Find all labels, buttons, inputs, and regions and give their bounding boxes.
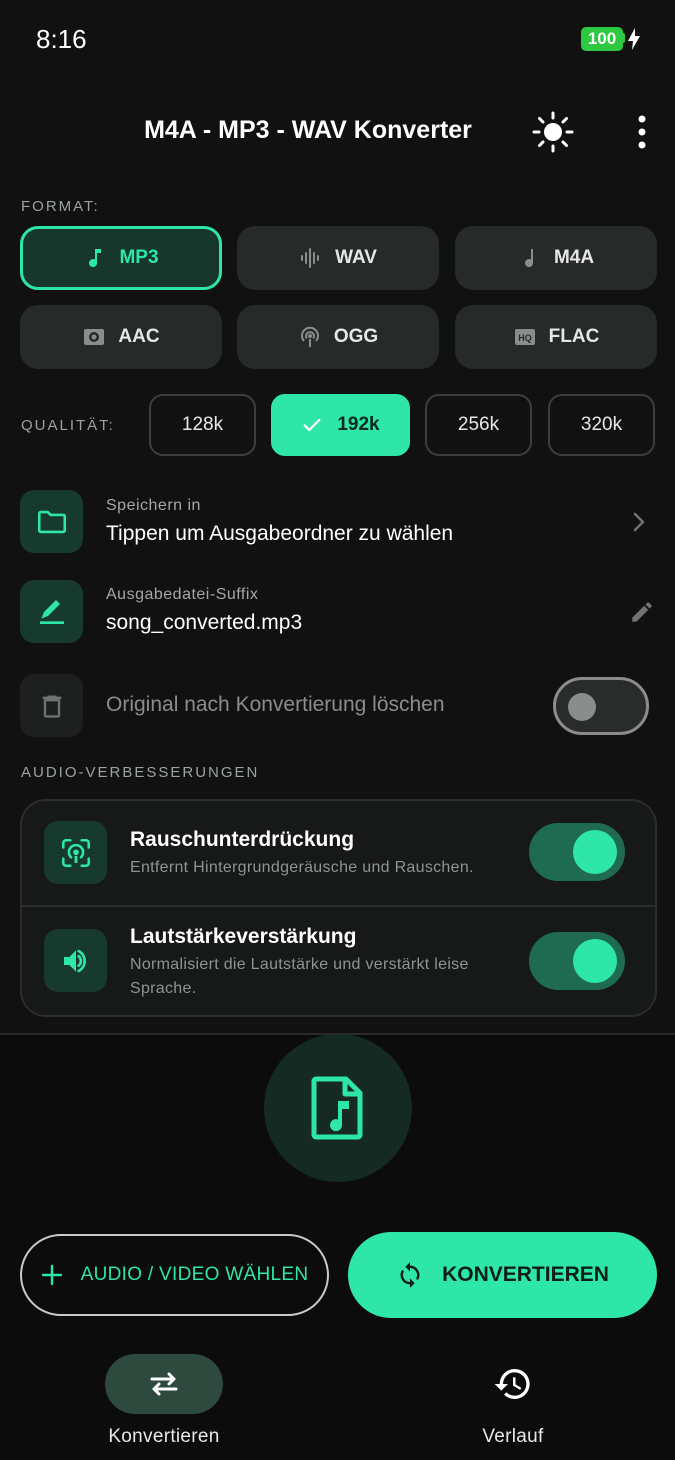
folder-icon bbox=[20, 490, 83, 553]
audio-file-icon bbox=[84, 329, 105, 345]
quality-option-label: 256k bbox=[457, 414, 500, 435]
audio-file-placeholder bbox=[264, 1034, 412, 1182]
sun-icon[interactable] bbox=[531, 110, 575, 154]
podcast-icon bbox=[300, 326, 319, 347]
format-aac-button[interactable]: AAC bbox=[20, 305, 222, 369]
audio-file-icon bbox=[311, 1076, 363, 1140]
quality-192k-button[interactable]: 192k bbox=[271, 394, 410, 456]
pencil-icon[interactable] bbox=[629, 599, 655, 625]
save-location-value: Tippen um Ausgabeordner zu wählen bbox=[106, 522, 454, 545]
quality-label: QUALITÄT: bbox=[21, 417, 115, 434]
svg-text:HQ: HQ bbox=[518, 333, 532, 343]
quality-320k-button[interactable]: 320k bbox=[548, 394, 655, 456]
format-label-flac: FLAC bbox=[548, 326, 600, 347]
nav-convert-label: Konvertieren bbox=[108, 1426, 220, 1447]
more-vert-icon[interactable] bbox=[626, 110, 658, 154]
format-label-aac: AAC bbox=[118, 326, 160, 347]
convert-button-label: KONVERTIEREN bbox=[442, 1263, 609, 1286]
save-location-label: Speichern in bbox=[106, 497, 201, 514]
enhancements-label: AUDIO-VERBESSERUNGEN bbox=[21, 764, 260, 781]
app-title: M4A - MP3 - WAV Konverter bbox=[144, 116, 472, 144]
status-bar: 8:16 100 bbox=[0, 0, 675, 80]
trash-icon bbox=[20, 674, 83, 737]
nav-convert[interactable]: Konvertieren bbox=[64, 1354, 264, 1448]
delete-original-toggle[interactable] bbox=[553, 677, 649, 735]
format-label-wav: WAV bbox=[335, 247, 377, 268]
toggle-knob bbox=[573, 830, 617, 874]
music-note-icon bbox=[89, 249, 102, 268]
format-mp3-button[interactable]: MP3 bbox=[20, 226, 222, 290]
suffix-label: Ausgabedatei-Suffix bbox=[106, 586, 259, 603]
format-label-m4a: M4A bbox=[553, 247, 595, 268]
noise-reduction-toggle[interactable] bbox=[529, 823, 625, 881]
sync-icon bbox=[400, 1262, 420, 1288]
format-label-mp3: MP3 bbox=[119, 247, 159, 268]
nav-history-label: Verlauf bbox=[482, 1426, 544, 1447]
toggle-knob bbox=[568, 693, 596, 721]
waveform-icon bbox=[301, 248, 320, 268]
toggle-knob bbox=[573, 939, 617, 983]
quality-128k-button[interactable]: 128k bbox=[149, 394, 256, 456]
battery-indicator: 100 bbox=[581, 27, 623, 51]
format-m4a-button[interactable]: M4A bbox=[455, 226, 657, 290]
convert-button[interactable]: KONVERTIEREN bbox=[348, 1232, 657, 1318]
battery-tip bbox=[622, 33, 625, 43]
volume-boost-title: Lautstärkeverstärkung bbox=[130, 925, 357, 948]
plus-icon bbox=[41, 1264, 62, 1286]
swap-arrows-icon bbox=[150, 1372, 178, 1396]
noise-reduction-description: Entfernt Hintergrundgeräusche und Rausch… bbox=[130, 859, 474, 876]
quality-256k-button[interactable]: 256k bbox=[425, 394, 532, 456]
app-bar: M4A - MP3 - WAV Konverter bbox=[0, 100, 675, 164]
music-note-icon bbox=[524, 249, 533, 268]
edit-note-icon bbox=[20, 580, 83, 643]
format-label: FORMAT: bbox=[21, 198, 100, 215]
volume-up-icon bbox=[44, 929, 107, 992]
format-label-ogg: OGG bbox=[333, 326, 379, 347]
nav-history-pill bbox=[454, 1354, 572, 1414]
noise-reduction-title: Rauschunterdrückung bbox=[130, 828, 355, 851]
format-wav-button[interactable]: WAV bbox=[237, 226, 439, 290]
charging-bolt-icon bbox=[628, 28, 640, 50]
hq-icon: HQ bbox=[514, 329, 535, 345]
delete-original-label: Original nach Konvertierung löschen bbox=[106, 693, 445, 716]
pick-audio-video-button[interactable]: AUDIO / VIDEO WÄHLEN bbox=[20, 1234, 329, 1316]
nav-history[interactable]: Verlauf bbox=[413, 1354, 613, 1448]
quality-option-label: 128k bbox=[181, 414, 224, 435]
history-icon bbox=[494, 1369, 530, 1399]
nav-convert-pill bbox=[105, 1354, 223, 1414]
noise-reduction-icon bbox=[44, 821, 107, 884]
chevron-right-icon bbox=[633, 512, 645, 532]
pick-button-label: AUDIO / VIDEO WÄHLEN bbox=[80, 1264, 309, 1285]
format-flac-button[interactable]: HQ FLAC bbox=[455, 305, 657, 369]
suffix-value: song_converted.mp3 bbox=[106, 611, 303, 634]
volume-boost-description: Normalisiert die Lautstärke und verstärk… bbox=[130, 956, 469, 997]
format-ogg-button[interactable]: OGG bbox=[237, 305, 439, 369]
check-icon bbox=[303, 418, 321, 432]
volume-boost-toggle[interactable] bbox=[529, 932, 625, 990]
quality-option-label: 320k bbox=[580, 414, 623, 435]
quality-option-label: 192k bbox=[337, 414, 380, 435]
status-time: 8:16 bbox=[36, 24, 87, 54]
card-divider bbox=[20, 905, 657, 907]
